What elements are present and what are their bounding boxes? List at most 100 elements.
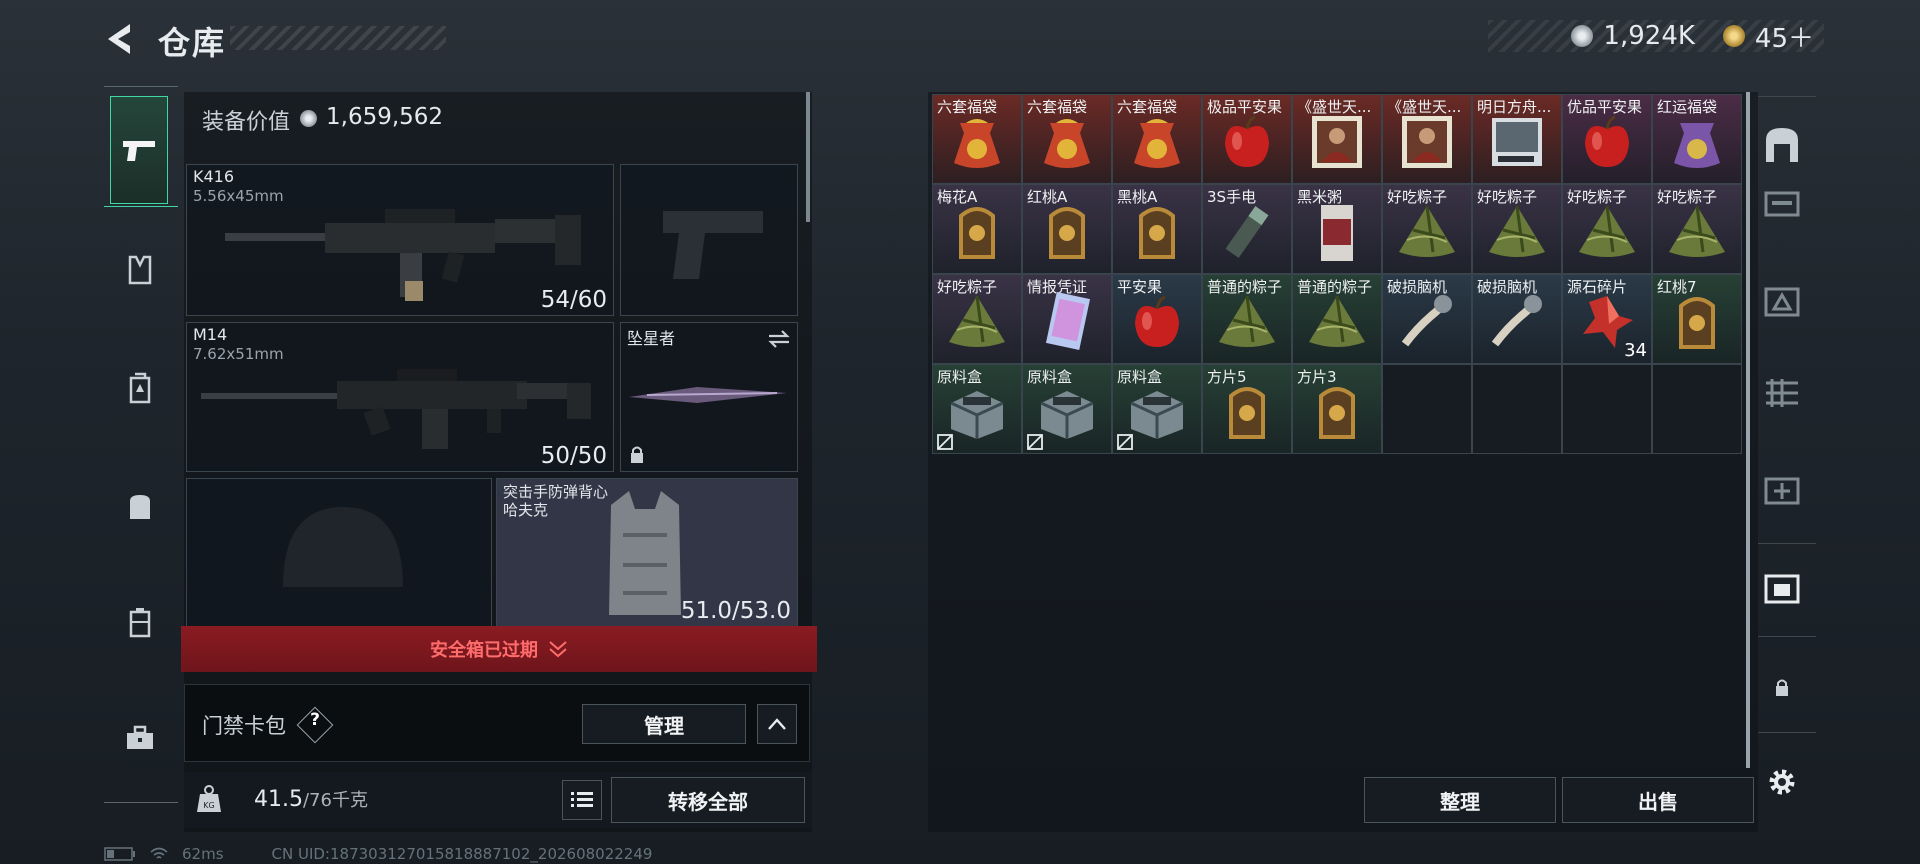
gold-coin-icon — [1722, 25, 1745, 47]
chevron-up-icon — [768, 718, 786, 730]
primary-weapon-slot[interactable]: K416 5.56x45mm 54/60 — [186, 164, 614, 316]
rail-tab-armor[interactable] — [110, 240, 170, 300]
rig-icon — [129, 372, 151, 404]
page-title: 仓库 — [158, 24, 227, 62]
storage-item[interactable]: 好吃粽子 — [1472, 184, 1562, 274]
swap-icon[interactable] — [767, 329, 791, 349]
help-mark: ? — [310, 710, 320, 730]
storage-item[interactable]: 明日方舟... — [1472, 94, 1562, 184]
storage-item[interactable]: 原料盒 — [1022, 364, 1112, 454]
painting-icon — [1398, 112, 1456, 176]
helmet-slot[interactable] — [186, 478, 492, 626]
transfer-all-button[interactable]: 转移全部 — [611, 777, 805, 823]
rail-divider — [1758, 732, 1816, 733]
lock-icon — [1776, 679, 1788, 696]
storage-tab-ammo[interactable] — [1756, 358, 1808, 430]
settings-button[interactable] — [1756, 746, 1808, 818]
rail-tab-bag[interactable] — [110, 476, 170, 536]
holo-card-icon — [1041, 291, 1093, 357]
secondary-weapon-slot[interactable]: M14 7.62x51mm 50/50 — [186, 322, 614, 472]
brain-device-icon — [1487, 292, 1547, 356]
storage-empty-cell[interactable] — [1652, 364, 1742, 454]
storage-item[interactable]: 好吃粽子 — [1652, 184, 1742, 274]
storage-tab-armor[interactable] — [1756, 266, 1808, 338]
storage-item[interactable]: 原料盒 — [1112, 364, 1202, 454]
battery-icon — [104, 847, 135, 861]
zongzi-icon — [1665, 202, 1729, 266]
flashlight-icon — [1217, 202, 1277, 266]
storage-item[interactable]: 六套福袋 — [1112, 94, 1202, 184]
storage-item[interactable]: 黑米粥 — [1292, 184, 1382, 274]
storage-tab-collection[interactable] — [1756, 552, 1808, 624]
storage-item[interactable]: 原料盒 — [932, 364, 1022, 454]
not-transferable-icon — [937, 434, 953, 450]
currency-secondary[interactable]: 45＋ — [1755, 18, 1814, 55]
toolbox-icon — [127, 725, 153, 749]
storage-item[interactable]: 红桃A — [1022, 184, 1112, 274]
zongzi-icon — [1485, 202, 1549, 266]
storage-empty-cell[interactable] — [1562, 364, 1652, 454]
not-transferable-icon — [1117, 434, 1133, 450]
vest-icon — [128, 255, 152, 285]
storage-grid: 六套福袋 六套福袋 六套福袋 极品平安果 《盛世天... 《盛世天... 明日方舟... 优品… — [932, 94, 1742, 456]
storage-tab-weapons[interactable] — [1756, 168, 1808, 240]
storage-item[interactable]: 梅花A — [932, 184, 1022, 274]
zongzi-icon — [1215, 292, 1279, 356]
vest-brand: 哈夫克 — [503, 501, 549, 519]
storage-item[interactable]: 方片3 — [1292, 364, 1382, 454]
storage-item[interactable]: 《盛世天... — [1382, 94, 1472, 184]
storage-item[interactable]: 破损脑机 — [1382, 274, 1472, 364]
safe-box-expired-banner[interactable]: 安全箱已过期 — [181, 626, 817, 672]
pistol-placeholder-icon — [663, 211, 763, 279]
loadout-scrollbar[interactable] — [806, 92, 810, 222]
storage-item[interactable]: 源石碎片 34 — [1562, 274, 1652, 364]
storage-item[interactable]: 3S手电 — [1202, 184, 1292, 274]
storage-item[interactable]: 六套福袋 — [932, 94, 1022, 184]
storage-item[interactable]: 优品平安果 — [1562, 94, 1652, 184]
storage-empty-cell[interactable] — [1472, 364, 1562, 454]
melee-slot[interactable]: 坠星者 — [620, 322, 798, 472]
storage-item[interactable]: 六套福袋 — [1022, 94, 1112, 184]
chevron-down-icon — [549, 641, 567, 658]
storage-item[interactable]: 好吃粽子 — [1562, 184, 1652, 274]
storage-item[interactable]: 情报凭证 — [1022, 274, 1112, 364]
zongzi-icon — [1395, 202, 1459, 266]
storage-item[interactable]: 《盛世天... — [1292, 94, 1382, 184]
lucky-bag-icon — [946, 111, 1008, 177]
rail-tab-case[interactable] — [110, 592, 170, 652]
manage-button[interactable]: 管理 — [582, 704, 746, 744]
storage-item[interactable]: 红运福袋 — [1652, 94, 1742, 184]
lucky-bag-icon — [1126, 111, 1188, 177]
weight-max: /76千克 — [302, 790, 368, 811]
equipment-value-label: 装备价值 — [202, 110, 291, 135]
storage-item[interactable]: 好吃粽子 — [932, 274, 1022, 364]
back-arrow-icon[interactable] — [104, 22, 134, 56]
rail-tab-backpack[interactable] — [110, 358, 170, 418]
weapon-name: M14 — [193, 325, 228, 344]
ping-value: 62ms — [182, 845, 224, 863]
storage-item[interactable]: 普通的粽子 — [1292, 274, 1382, 364]
storage-item[interactable]: 平安果 — [1112, 274, 1202, 364]
sort-button[interactable]: 整理 — [1364, 777, 1556, 823]
storage-item[interactable]: 普通的粽子 — [1202, 274, 1292, 364]
storage-tab-medical[interactable] — [1756, 454, 1808, 526]
storage-item[interactable]: 方片5 — [1202, 364, 1292, 454]
storage-arch-icon — [1766, 128, 1798, 162]
storage-empty-cell[interactable] — [1382, 364, 1472, 454]
storage-scrollbar[interactable] — [1746, 92, 1750, 768]
rail-tab-weapons[interactable] — [110, 96, 168, 204]
storage-item[interactable]: 破损脑机 — [1472, 274, 1562, 364]
apple-icon — [1219, 113, 1275, 175]
vest-slot[interactable]: 突击手防弹背心 哈夫克 51.0/53.0 — [496, 478, 798, 626]
pistol-slot[interactable] — [620, 164, 798, 316]
medical-rack-icon — [1764, 477, 1800, 505]
list-view-button[interactable] — [562, 780, 602, 820]
storage-item[interactable]: 红桃7 — [1652, 274, 1742, 364]
storage-tab-locked[interactable] — [1756, 650, 1808, 726]
collapse-button[interactable] — [757, 704, 797, 744]
sell-button[interactable]: 出售 — [1562, 777, 1754, 823]
storage-item[interactable]: 极品平安果 — [1202, 94, 1292, 184]
storage-item[interactable]: 好吃粽子 — [1382, 184, 1472, 274]
rail-tab-toolbox[interactable] — [110, 708, 170, 768]
storage-item[interactable]: 黑桃A — [1112, 184, 1202, 274]
